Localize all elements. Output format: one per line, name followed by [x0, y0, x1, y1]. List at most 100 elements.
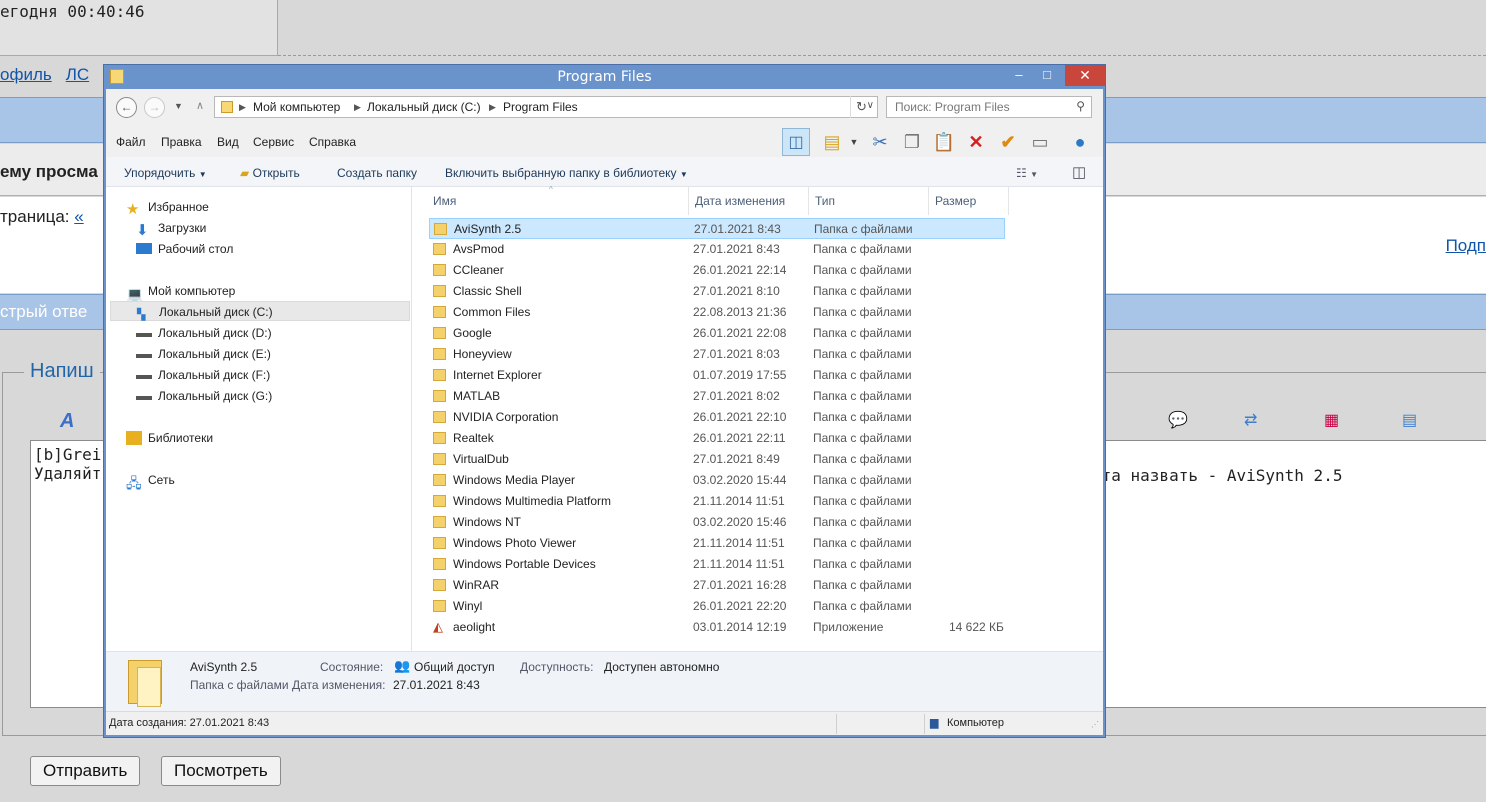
preview-pane-icon[interactable]: ◫ — [1072, 163, 1086, 181]
chevron-down-icon[interactable]: ▼ — [840, 128, 868, 156]
search-placeholder: Поиск: Program Files — [895, 100, 1010, 114]
send-button[interactable]: Отправить — [30, 756, 141, 786]
bg-subscribe-link[interactable]: Подп — [1446, 236, 1486, 256]
address-toolbar: ← → ▼ ∧ ▶ Мой компьютер ▶ Локальный диск… — [106, 89, 1103, 125]
file-row[interactable]: Realtek 26.01.2021 22:11 Папка с файлами — [429, 428, 1005, 449]
file-row[interactable]: VirtualDub 27.01.2021 8:49 Папка с файлами — [429, 449, 1005, 470]
bg-profile-link[interactable]: офиль — [0, 65, 52, 84]
window-title: Program Files — [557, 69, 652, 85]
status-location: Компьютер — [947, 717, 1004, 729]
color-grid-icon[interactable]: ▦ — [1324, 410, 1342, 429]
menu-view[interactable]: Вид — [217, 135, 239, 149]
history-dropdown-icon[interactable]: ▼ — [174, 101, 183, 111]
refresh-icon[interactable]: ↻ — [850, 96, 872, 118]
globe-icon[interactable]: ● — [1066, 128, 1094, 156]
up-arrow-icon[interactable]: ∧ — [196, 99, 204, 112]
column-date[interactable]: Дата изменения — [689, 187, 809, 215]
folder-icon — [433, 369, 446, 381]
file-row[interactable]: Winyl 26.01.2021 22:20 Папка с файлами — [429, 596, 1005, 617]
folder-icon — [433, 495, 446, 507]
link-icon[interactable]: ⇄ — [1244, 410, 1262, 429]
speech-icon[interactable]: 💬 — [1168, 410, 1188, 429]
file-row[interactable]: MATLAB 27.01.2021 8:02 Папка с файлами — [429, 386, 1005, 407]
search-icon[interactable]: ⚲ — [1076, 99, 1085, 113]
address-bar[interactable]: ▶ Мой компьютер ▶ Локальный диск (C:) ▶ … — [214, 96, 878, 118]
menu-edit[interactable]: Правка — [161, 135, 202, 149]
file-type: Папка с файлами — [813, 431, 912, 445]
file-date: 27.01.2021 8:02 — [693, 389, 780, 403]
chevron-right-icon[interactable]: ▶ — [489, 102, 496, 113]
chevron-right-icon[interactable]: ▶ — [354, 102, 361, 113]
nav-desktop[interactable]: Рабочий стол — [136, 239, 233, 259]
cut-icon[interactable]: ✂ — [866, 128, 894, 156]
chevron-right-icon[interactable]: ▶ — [239, 102, 246, 113]
explorer-window: Program Files – □ ✕ ← → ▼ ∧ ▶ Мой компью… — [103, 64, 1106, 738]
breadcrumb-computer[interactable]: Мой компьютер — [253, 100, 340, 114]
file-row[interactable]: Windows NT 03.02.2020 15:46 Папка с файлам… — [429, 512, 1005, 533]
file-row[interactable]: AviSynth 2.5 27.01.2021 8:43 Папка с файла… — [429, 218, 1005, 239]
title-bar[interactable]: Program Files – □ ✕ — [104, 65, 1105, 89]
resize-grip-icon[interactable]: ⋰ — [1091, 720, 1099, 729]
breadcrumb-drive-c[interactable]: Локальный диск (C:) — [367, 100, 481, 114]
bg-page-link[interactable]: « — [74, 207, 83, 226]
new-folder-button[interactable]: Создать папку — [337, 166, 417, 180]
nav-drive-d[interactable]: Локальный диск (D:) — [136, 323, 272, 343]
nav-libraries[interactable]: Библиотеки — [126, 428, 213, 448]
bg-pm-link[interactable]: ЛС — [66, 65, 89, 84]
bg-topic-text: ему просма — [0, 162, 98, 181]
column-size[interactable]: Размер — [929, 187, 1009, 215]
file-row[interactable]: Classic Shell 27.01.2021 8:10 Папка с файл… — [429, 281, 1005, 302]
checkmark-icon[interactable]: ✔ — [994, 128, 1022, 156]
column-name[interactable]: Имя — [427, 187, 689, 215]
file-name: AvsPmod — [453, 242, 505, 256]
nav-computer[interactable]: 💻 Мой компьютер — [126, 281, 235, 302]
nav-network[interactable]: 🖧 Сеть — [126, 470, 175, 491]
search-input[interactable]: Поиск: Program Files ⚲ — [886, 96, 1092, 118]
file-row[interactable]: Windows Photo Viewer 21.11.2014 11:51 Папк… — [429, 533, 1005, 554]
maximize-button[interactable]: □ — [1033, 65, 1061, 86]
close-button[interactable]: ✕ — [1065, 65, 1105, 86]
file-row[interactable]: Windows Portable Devices 21.11.2014 11:51… — [429, 554, 1005, 575]
organize-button[interactable]: Упорядочить ▼ — [124, 166, 207, 180]
nav-downloads[interactable]: ⬇ Загрузки — [136, 218, 206, 239]
italic-font-icon[interactable]: A — [60, 410, 78, 432]
nav-drive-e[interactable]: Локальный диск (E:) — [136, 344, 271, 364]
view-options-icon[interactable]: ☷ ▼ — [1016, 166, 1038, 180]
breadcrumb-program-files[interactable]: Program Files — [503, 100, 578, 114]
open-button[interactable]: ▰ Открыть — [240, 166, 300, 180]
forward-arrow-icon[interactable]: → — [144, 97, 165, 118]
back-arrow-icon[interactable]: ← — [116, 97, 137, 118]
file-row[interactable]: ◭ aeolight 03.01.2014 12:19 Приложение 14 62… — [429, 617, 1005, 638]
file-row[interactable]: Windows Multimedia Platform 21.11.2014 11… — [429, 491, 1005, 512]
table-icon[interactable]: ▤ — [1402, 410, 1420, 429]
properties-icon[interactable]: ▭ — [1026, 128, 1054, 156]
nav-favorites[interactable]: ★ Избранное — [126, 197, 209, 218]
nav-drive-c[interactable]: ▚ Локальный диск (C:) — [110, 301, 410, 321]
layout-pane-icon[interactable]: ◫ — [782, 128, 810, 156]
menu-tools[interactable]: Сервис — [253, 135, 294, 149]
bg-links: офиль ЛС — [0, 65, 103, 85]
minimize-button[interactable]: – — [1005, 65, 1033, 86]
file-row[interactable]: WinRAR 27.01.2021 16:28 Папка с файлами — [429, 575, 1005, 596]
file-row[interactable]: Common Files 22.08.2013 21:36 Папка с файл… — [429, 302, 1005, 323]
file-row[interactable]: NVIDIA Corporation 26.01.2021 22:10 Папка … — [429, 407, 1005, 428]
file-date: 21.11.2014 11:51 — [693, 494, 785, 508]
file-row[interactable]: CCleaner 26.01.2021 22:14 Папка с файлами — [429, 260, 1005, 281]
file-row[interactable]: Google 26.01.2021 22:08 Папка с файлами — [429, 323, 1005, 344]
paste-icon[interactable]: 📋 — [930, 128, 958, 156]
preview-button[interactable]: Посмотреть — [161, 756, 281, 786]
nav-drive-f[interactable]: Локальный диск (F:) — [136, 365, 270, 385]
include-library-button[interactable]: Включить выбранную папку в библиотеку ▼ — [445, 166, 688, 180]
folder-icon — [433, 579, 446, 591]
file-row[interactable]: AvsPmod 27.01.2021 8:43 Папка с файлами — [429, 239, 1005, 260]
column-type[interactable]: Тип — [809, 187, 929, 215]
file-row[interactable]: Honeyview 27.01.2021 8:03 Папка с файлами — [429, 344, 1005, 365]
application-icon: ◭ — [433, 619, 443, 634]
nav-drive-g[interactable]: Локальный диск (G:) — [136, 386, 272, 406]
copy-icon[interactable]: ❐ — [898, 128, 926, 156]
delete-icon[interactable]: ✕ — [962, 128, 990, 156]
file-row[interactable]: Windows Media Player 03.02.2020 15:44 Папк… — [429, 470, 1005, 491]
menu-file[interactable]: Файл — [116, 135, 146, 149]
menu-help[interactable]: Справка — [309, 135, 356, 149]
file-row[interactable]: Internet Explorer 01.07.2019 17:55 Папка с… — [429, 365, 1005, 386]
